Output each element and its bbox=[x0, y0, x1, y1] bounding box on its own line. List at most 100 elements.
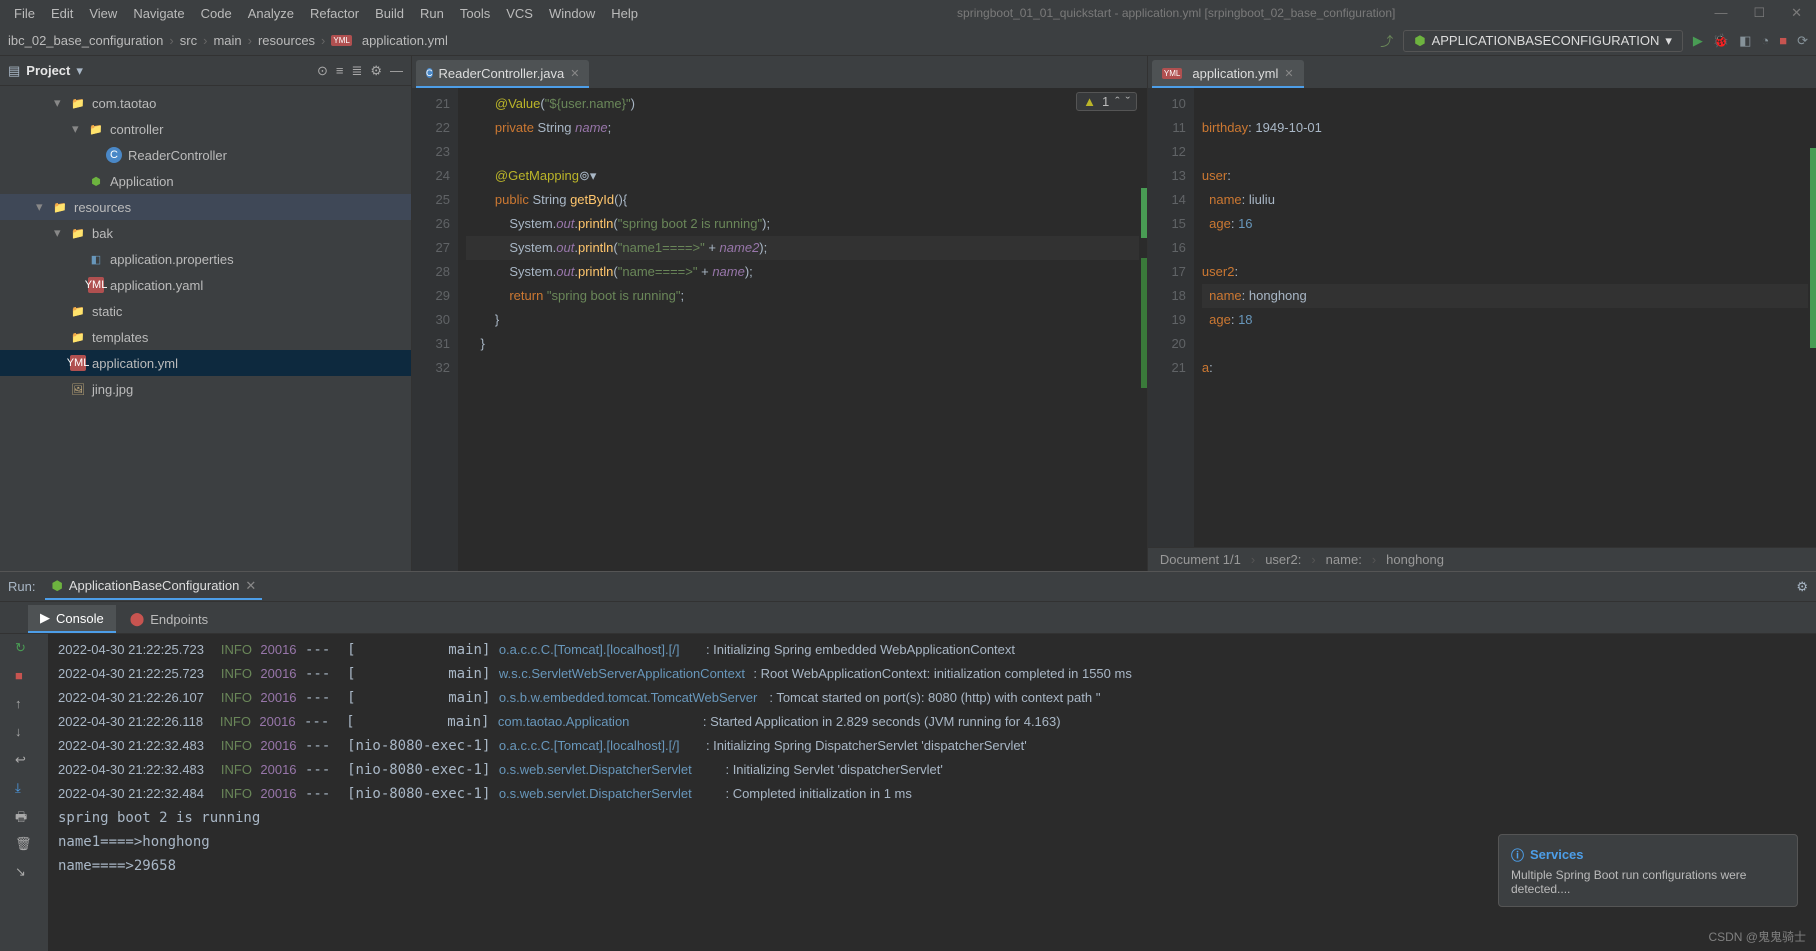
tab-console[interactable]: ▶ Console bbox=[28, 605, 116, 633]
tree-node-templates[interactable]: 📁templates bbox=[0, 324, 411, 350]
tree-node-application-yml[interactable]: YMLapplication.yml bbox=[0, 350, 411, 376]
up-icon[interactable]: ↑ bbox=[15, 696, 33, 714]
minimize-icon[interactable]: — bbox=[1708, 2, 1733, 24]
menu-navigate[interactable]: Navigate bbox=[127, 3, 190, 24]
profile-icon[interactable]: ◔ bbox=[1761, 33, 1769, 48]
hide-icon[interactable]: — bbox=[390, 63, 403, 79]
close-tab-icon[interactable]: ✕ bbox=[570, 67, 579, 80]
crumb-resources[interactable]: resources bbox=[258, 33, 315, 48]
close-icon[interactable]: ✕ bbox=[245, 578, 256, 594]
notif-title: Services bbox=[1530, 847, 1584, 862]
change-marker bbox=[1810, 148, 1816, 348]
warning-icon: ▲ bbox=[1083, 94, 1096, 109]
watermark: CSDN @鬼鬼骑士 bbox=[1708, 928, 1806, 945]
menu-view[interactable]: View bbox=[83, 3, 123, 24]
debug-icon[interactable]: 🐞 bbox=[1713, 33, 1729, 49]
editor-right: YML application.yml ✕ 10 11 12 13 14 15 … bbox=[1148, 56, 1816, 571]
notif-message: Multiple Spring Boot run configurations … bbox=[1511, 868, 1785, 896]
tree-node-com-taotao[interactable]: ▾📁com.taotao bbox=[0, 90, 411, 116]
clear-icon[interactable]: 🗑 bbox=[15, 836, 33, 854]
build-icon[interactable]: ⤴ bbox=[1380, 31, 1393, 50]
tree-node-controller[interactable]: ▾📁controller bbox=[0, 116, 411, 142]
menu-run[interactable]: Run bbox=[414, 3, 450, 24]
tree-node-Application[interactable]: ⬢Application bbox=[0, 168, 411, 194]
project-tree[interactable]: ▾📁com.taotao▾📁controllerCReaderControlle… bbox=[0, 86, 411, 571]
exit-icon[interactable]: ↘ bbox=[15, 864, 33, 882]
breadcrumb-status: Document 1/1› user2:› name:› honghong bbox=[1148, 547, 1816, 571]
inspection-badge[interactable]: ▲ 1 ˆ ˇ bbox=[1076, 92, 1137, 111]
editor-left: C ReaderController.java ✕ 21 22 23 24 25… bbox=[412, 56, 1148, 571]
services-notification[interactable]: ⓘServices Multiple Spring Boot run confi… bbox=[1498, 834, 1798, 907]
expand-icon[interactable]: ≡ bbox=[336, 63, 344, 79]
locate-icon[interactable]: ⊙ bbox=[317, 63, 328, 79]
code-editor-left[interactable]: 21 22 23 24 25 26 27 28 29 30 31 32 @Val… bbox=[412, 88, 1147, 571]
close-tab-icon[interactable]: ✕ bbox=[1284, 67, 1293, 80]
java-icon: C bbox=[426, 68, 433, 78]
spring-icon: ⬢ bbox=[51, 578, 62, 594]
tree-node-application-properties[interactable]: ◧application.properties bbox=[0, 246, 411, 272]
main-menubar: File Edit View Navigate Code Analyze Ref… bbox=[0, 0, 1816, 26]
tree-node-jing-jpg[interactable]: 🖼jing.jpg bbox=[0, 376, 411, 402]
menu-edit[interactable]: Edit bbox=[45, 3, 79, 24]
code-editor-right[interactable]: 10 11 12 13 14 15 16 17 18 19 20 21 birt… bbox=[1148, 88, 1816, 547]
tab-label: ReaderController.java bbox=[439, 66, 565, 81]
crumb-user2[interactable]: user2: bbox=[1265, 552, 1301, 567]
doc-position: Document 1/1 bbox=[1160, 552, 1241, 567]
menu-analyze[interactable]: Analyze bbox=[242, 3, 300, 24]
run-icon[interactable]: ▶ bbox=[1693, 33, 1703, 49]
menu-refactor[interactable]: Refactor bbox=[304, 3, 365, 24]
endpoints-icon: ⬤ bbox=[130, 611, 145, 627]
chevron-down-icon: ▾ bbox=[1665, 33, 1672, 49]
crumb-src[interactable]: src bbox=[180, 33, 197, 48]
tab-label: application.yml bbox=[1192, 66, 1278, 81]
menu-file[interactable]: File bbox=[8, 3, 41, 24]
crumb-main[interactable]: main bbox=[213, 33, 241, 48]
down-icon[interactable]: ↓ bbox=[15, 724, 33, 742]
rerun-icon[interactable]: ↻ bbox=[15, 640, 33, 658]
crumb-file[interactable]: application.yml bbox=[362, 33, 448, 48]
close-icon[interactable]: ✕ bbox=[1785, 2, 1808, 24]
crumb-value: honghong bbox=[1386, 552, 1444, 567]
menu-help[interactable]: Help bbox=[605, 3, 644, 24]
run-tab-label: ApplicationBaseConfiguration bbox=[69, 578, 240, 593]
coverage-icon[interactable]: ◧ bbox=[1739, 33, 1751, 49]
menu-build[interactable]: Build bbox=[369, 3, 410, 24]
run-config-selector[interactable]: ⬢ APPLICATIONBASECONFIGURATION ▾ bbox=[1403, 30, 1683, 52]
crumb-module[interactable]: ibc_02_base_configuration bbox=[8, 33, 163, 48]
chevron-down-icon[interactable]: ▾ bbox=[76, 63, 83, 79]
tab-endpoints[interactable]: ⬤ Endpoints bbox=[118, 605, 220, 633]
menu-window[interactable]: Window bbox=[543, 3, 601, 24]
menu-vcs[interactable]: VCS bbox=[500, 3, 539, 24]
tree-node-ReaderController[interactable]: CReaderController bbox=[0, 142, 411, 168]
collapse-icon[interactable]: ≣ bbox=[351, 63, 362, 79]
run-label: Run: bbox=[8, 579, 35, 594]
up-icon[interactable]: ˆ bbox=[1115, 94, 1119, 109]
tab-console-label: Console bbox=[56, 611, 104, 626]
tree-node-bak[interactable]: ▾📁bak bbox=[0, 220, 411, 246]
update-icon[interactable]: ⟳ bbox=[1797, 33, 1808, 49]
crumb-name[interactable]: name: bbox=[1326, 552, 1362, 567]
gear-icon[interactable]: ⚙ bbox=[1796, 579, 1808, 595]
change-marker bbox=[1141, 258, 1147, 388]
tab-reader-controller[interactable]: C ReaderController.java ✕ bbox=[416, 60, 589, 88]
menu-tools[interactable]: Tools bbox=[454, 3, 496, 24]
console-icon: ▶ bbox=[40, 610, 50, 626]
menu-code[interactable]: Code bbox=[195, 3, 238, 24]
window-title: springboot_01_01_quickstart - applicatio… bbox=[648, 6, 1704, 20]
stop-icon[interactable]: ■ bbox=[1779, 33, 1787, 48]
soft-wrap-icon[interactable]: ↩ bbox=[15, 752, 33, 770]
print-icon[interactable]: 🖶 bbox=[15, 808, 33, 826]
maximize-icon[interactable]: ☐ bbox=[1747, 2, 1771, 24]
change-marker bbox=[1141, 188, 1147, 238]
tree-node-application-yaml[interactable]: YMLapplication.yaml bbox=[0, 272, 411, 298]
navigation-bar: ibc_02_base_configuration› src› main› re… bbox=[0, 26, 1816, 56]
scroll-icon[interactable]: ⤓ bbox=[15, 780, 33, 798]
tree-node-resources[interactable]: ▾📁resources bbox=[0, 194, 411, 220]
tree-node-static[interactable]: 📁static bbox=[0, 298, 411, 324]
gear-icon[interactable]: ⚙ bbox=[370, 63, 382, 79]
project-title: Project bbox=[26, 63, 70, 78]
tab-application-yml[interactable]: YML application.yml ✕ bbox=[1152, 60, 1304, 88]
run-tab-app[interactable]: ⬢ ApplicationBaseConfiguration ✕ bbox=[45, 574, 262, 600]
stop-icon[interactable]: ■ bbox=[15, 668, 33, 686]
down-icon[interactable]: ˇ bbox=[1126, 94, 1130, 109]
